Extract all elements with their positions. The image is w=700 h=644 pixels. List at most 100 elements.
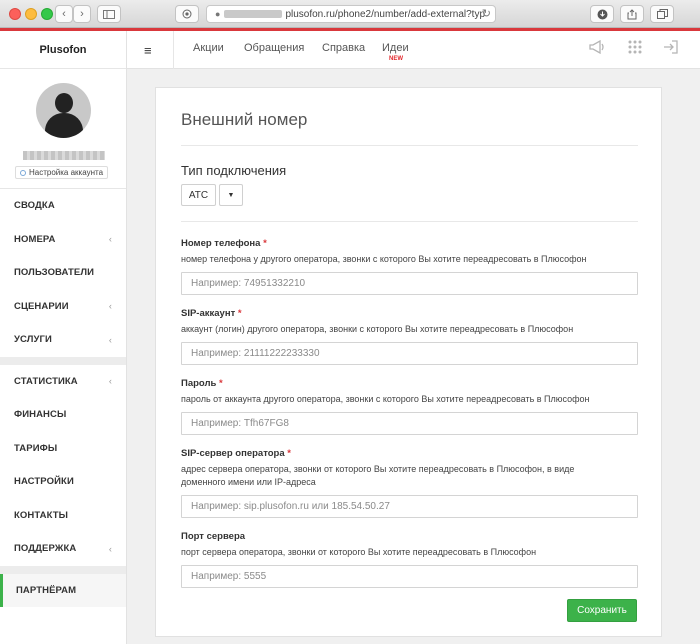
- sidebar-item-label: Статистика: [14, 375, 78, 387]
- browser-toolbar: ‹ › ● plusofon.ru/phone2/number/add-exte…: [0, 0, 700, 28]
- required-marker: *: [263, 238, 267, 249]
- menu-divider: [0, 356, 126, 365]
- phone-number-hint: номер телефона у другого оператора, звон…: [181, 254, 587, 264]
- sidebar-item-label: Финансы: [14, 409, 67, 421]
- page-title: Внешний номер: [181, 110, 308, 129]
- sip-server-hint: адрес сервера оператора, звонки от котор…: [181, 464, 575, 487]
- chevron-left-icon: ‹: [108, 234, 112, 245]
- section-divider: [181, 221, 638, 222]
- sip-account-hint: аккаунт (логин) другого оператора, звонк…: [181, 324, 574, 334]
- sidebar-item-label: Настройки: [14, 476, 74, 488]
- chevron-left-icon: ‹: [108, 543, 112, 554]
- settings-circle-icon: [20, 169, 26, 176]
- sidebar-item-label: Поддержка: [14, 543, 77, 555]
- sidebar: Plusofon Настройка аккаунта Сводка Номер…: [0, 31, 127, 644]
- sidebar-item-label: Номера: [14, 233, 56, 245]
- phone-number-input[interactable]: [181, 272, 638, 295]
- required-marker: *: [219, 378, 223, 389]
- chevron-left-icon: ‹: [108, 376, 112, 387]
- form-card: Внешний номер Тип подключения АТС ▼ Номе…: [155, 87, 662, 637]
- sidebar-item-services[interactable]: Услуги ‹: [0, 323, 126, 357]
- sidebar-item-tariffs[interactable]: Тарифы: [0, 432, 126, 466]
- sidebar-item-label: Тарифы: [14, 442, 58, 454]
- hamburger-menu-icon[interactable]: ≡: [144, 43, 152, 58]
- password-label: Пароль *: [181, 378, 223, 389]
- caret-down-icon[interactable]: ▼: [219, 184, 243, 206]
- avatar[interactable]: [36, 83, 91, 138]
- sip-server-input[interactable]: [181, 495, 638, 518]
- required-marker: *: [237, 308, 242, 319]
- nav-link-promotions[interactable]: Акции: [193, 42, 224, 54]
- password-hint: пароль от аккаунта другого оператора, зв…: [181, 394, 590, 404]
- sidebar-item-contacts[interactable]: Контакты: [0, 499, 126, 533]
- lock-icon: ●: [215, 9, 221, 19]
- profile-block: Настройка аккаунта: [0, 69, 126, 189]
- redacted-user-name: [23, 151, 105, 160]
- chevron-left-icon: ‹: [108, 334, 112, 345]
- download-icon[interactable]: [590, 5, 614, 23]
- nav-link-tickets[interactable]: Обращения: [244, 42, 304, 54]
- password-input[interactable]: [181, 412, 638, 435]
- tabs-icon[interactable]: [650, 5, 674, 23]
- sip-account-input[interactable]: [181, 342, 638, 365]
- sidebar-item-label: Пользователи: [14, 267, 95, 279]
- close-window-button[interactable]: [9, 8, 21, 20]
- field-label-text: Порт сервера: [181, 531, 246, 542]
- sip-account-label: SIP-аккаунт *: [181, 308, 242, 319]
- menu-group-main: Сводка Номера ‹ Пользователи Сценарии ‹ Ус…: [0, 189, 126, 357]
- save-button[interactable]: Сохранить: [567, 599, 637, 622]
- field-label-text: SIP-сервер оператора: [181, 448, 285, 459]
- top-navigation: ≡ Акции Обращения Справка Идеи NEW: [127, 31, 700, 69]
- sidebar-item-label: Партнёрам: [16, 584, 77, 596]
- chevron-left-icon: ‹: [108, 301, 112, 312]
- sidebar-item-finance[interactable]: Финансы: [0, 398, 126, 432]
- nav-divider: [173, 31, 174, 69]
- reader-icon[interactable]: [175, 5, 199, 23]
- sidebar-toggle-icon[interactable]: [97, 5, 121, 23]
- phone-number-label: Номер телефона *: [181, 238, 267, 249]
- minimize-window-button[interactable]: [25, 8, 37, 20]
- required-marker: *: [287, 448, 291, 459]
- account-settings-label: Настройка аккаунта: [29, 168, 104, 177]
- sidebar-item-scenarios[interactable]: Сценарии ‹: [0, 290, 126, 324]
- sidebar-item-label: Сводка: [14, 200, 55, 212]
- sidebar-item-partners[interactable]: Партнёрам: [0, 573, 126, 607]
- connection-type-select[interactable]: АТС: [181, 184, 216, 206]
- brand-logo[interactable]: Plusofon: [0, 31, 126, 69]
- apps-grid-icon[interactable]: [628, 40, 642, 57]
- sidebar-item-numbers[interactable]: Номера ‹: [0, 223, 126, 257]
- sip-server-label: SIP-сервер оператора *: [181, 448, 291, 459]
- share-icon[interactable]: [620, 5, 644, 23]
- logout-icon[interactable]: [663, 40, 678, 57]
- forward-icon[interactable]: ›: [73, 5, 91, 23]
- url-text: plusofon.ru/phone2/number/add-external?t…: [285, 8, 486, 20]
- sidebar-item-support[interactable]: Поддержка ‹: [0, 532, 126, 566]
- sidebar-item-statistics[interactable]: Статистика ‹: [0, 365, 126, 399]
- menu-group-secondary: Статистика ‹ Финансы Тарифы Настройки Кон…: [0, 364, 126, 566]
- title-divider: [181, 145, 638, 146]
- menu-divider: [0, 565, 126, 574]
- nav-link-ideas[interactable]: Идеи: [382, 42, 409, 54]
- megaphone-icon[interactable]: [589, 39, 607, 57]
- connection-type-heading: Тип подключения: [181, 163, 287, 178]
- field-label-text: Номер телефона: [181, 238, 261, 249]
- account-settings-link[interactable]: Настройка аккаунта: [15, 166, 109, 179]
- server-port-input[interactable]: [181, 565, 638, 588]
- sidebar-item-users[interactable]: Пользователи: [0, 256, 126, 290]
- server-port-hint: порт сервера оператора, звонки от которо…: [181, 547, 537, 557]
- field-label-text: SIP-аккаунт: [181, 308, 236, 319]
- zoom-window-button[interactable]: [41, 8, 53, 20]
- sidebar-item-settings[interactable]: Настройки: [0, 465, 126, 499]
- new-badge: NEW: [389, 56, 403, 62]
- reload-icon[interactable]: ↻: [482, 7, 491, 20]
- address-bar[interactable]: ● plusofon.ru/phone2/number/add-external…: [206, 5, 496, 23]
- sidebar-item-summary[interactable]: Сводка: [0, 189, 126, 223]
- sidebar-item-label: Сценарии: [14, 300, 69, 312]
- back-icon[interactable]: ‹: [55, 5, 73, 23]
- server-port-label: Порт сервера: [181, 531, 245, 542]
- field-label-text: Пароль: [181, 378, 217, 389]
- redacted-subdomain: [224, 10, 283, 18]
- sidebar-item-label: Контакты: [14, 509, 69, 521]
- nav-link-help[interactable]: Справка: [322, 42, 365, 54]
- sidebar-item-label: Услуги: [14, 334, 52, 346]
